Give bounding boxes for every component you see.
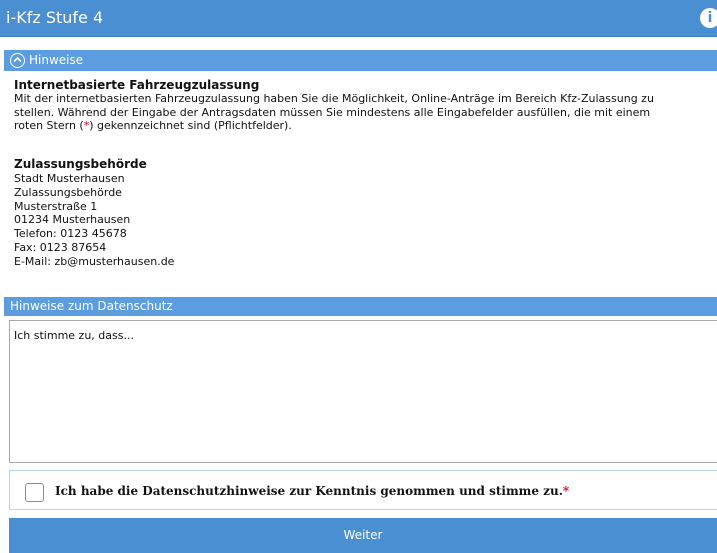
title-bar: i-Kfz Stufe 4 i	[0, 0, 717, 37]
consent-textarea[interactable]: Ich stimme zu, dass...	[9, 320, 717, 463]
authority-line: Musterstraße 1	[14, 199, 98, 213]
authority-heading: Zulassungsbehörde	[14, 157, 147, 171]
hinweise-toggle[interactable]: Hinweise	[4, 50, 717, 71]
info-icon[interactable]: i	[700, 8, 717, 28]
intro-heading: Internetbasierte Fahrzeugzulassung	[14, 78, 260, 92]
intro-text: Internetbasierte Fahrzeugzulassung Mit d…	[14, 78, 714, 133]
hinweise-label: Hinweise	[29, 53, 84, 67]
next-button[interactable]: Weiter	[9, 518, 717, 553]
authority-line: Telefon: 0123 45678	[14, 227, 127, 241]
authority-email: E-Mail: zb@musterhausen.de	[14, 254, 175, 268]
authority-address: Zulassungsbehörde Stadt Musterhausen Zul…	[14, 157, 174, 269]
page-title: i-Kfz Stufe 4	[6, 8, 104, 27]
consent-checkbox-label: Ich habe die Datenschutzhinweise zur Ken…	[55, 484, 570, 498]
consent-checkbox-row[interactable]: Ich habe die Datenschutzhinweise zur Ken…	[9, 470, 717, 510]
chevron-up-circle-icon	[10, 53, 25, 68]
datenschutz-label: Hinweise zum Datenschutz	[10, 299, 173, 313]
consent-checkbox[interactable]	[25, 483, 44, 502]
authority-line: Fax: 0123 87654	[14, 240, 107, 254]
datenschutz-header: Hinweise zum Datenschutz	[4, 297, 717, 316]
authority-line: Stadt Musterhausen	[14, 172, 125, 185]
intro-line: roten Stern (*) gekennzeichnet sind (Pfl…	[14, 119, 292, 133]
authority-line: 01234 Musterhausen	[14, 213, 131, 227]
required-marker: *	[562, 484, 570, 498]
authority-line: Zulassungsbehörde	[14, 185, 122, 199]
intro-line: stellen. Während der Eingabe der Antrags…	[14, 105, 651, 119]
intro-line: Mit der internetbasierten Fahrzeugzulass…	[14, 92, 654, 105]
